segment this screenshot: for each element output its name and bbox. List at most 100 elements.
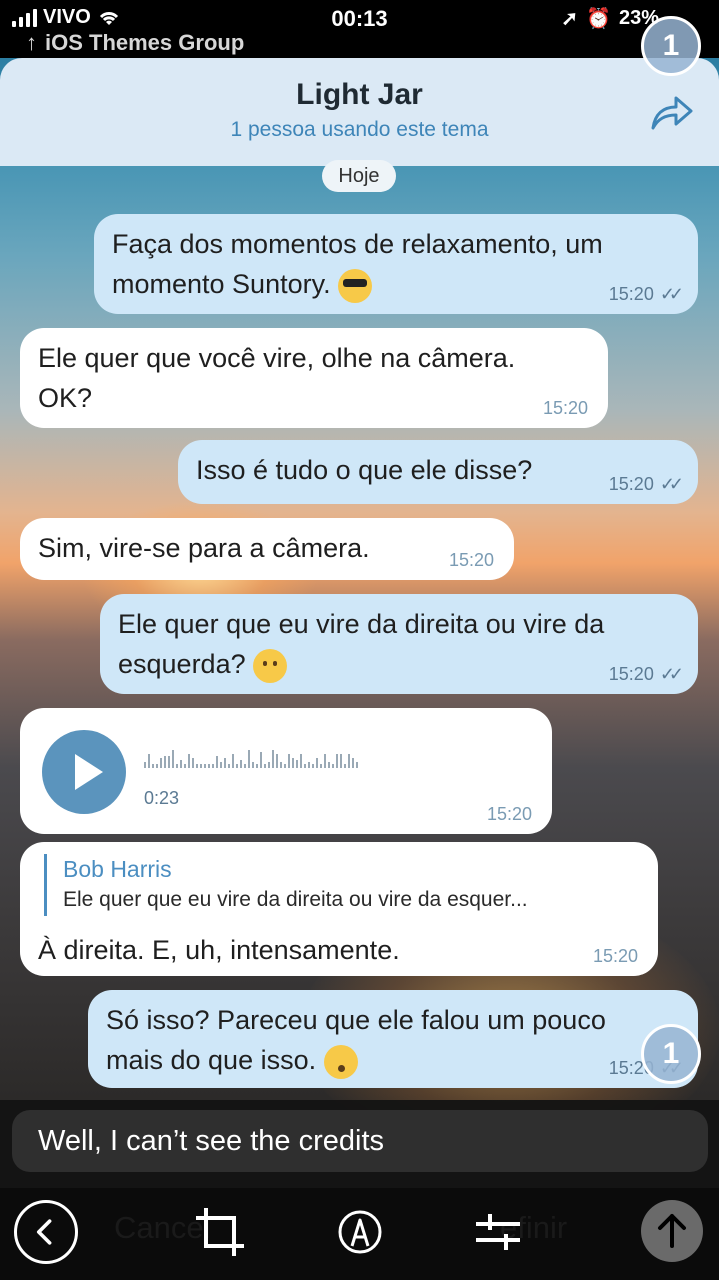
send-arrow-icon: [658, 1214, 686, 1248]
waveform-bar: [216, 756, 218, 768]
message-bubble-outgoing[interactable]: Ele quer que eu vire da direita ou vire …: [100, 594, 698, 694]
message-text: Faça dos momentos de relaxamento, um mom…: [94, 214, 698, 304]
waveform-bar: [316, 758, 318, 768]
message-time: 15:20: [486, 804, 532, 824]
unread-count-badge[interactable]: 1: [641, 16, 701, 76]
waveform-bar: [348, 754, 350, 768]
message-meta: 15:20: [487, 804, 532, 824]
unread-count-badge[interactable]: 1: [641, 1024, 701, 1084]
message-meta: 15:20: [543, 398, 588, 418]
caption-input[interactable]: Well, I can’t see the credits: [12, 1110, 708, 1172]
waveform-bar: [308, 762, 310, 768]
editor-toolbar: Cancel efinir: [0, 1188, 719, 1280]
status-bar: VIVO ↑ iOS Themes Group 00:13 ➚ ⏰ 23%: [0, 0, 719, 58]
waveform-bar: [304, 764, 306, 768]
message-text: À direita. E, uh, intensamente.: [38, 930, 400, 970]
waveform-bar: [300, 754, 302, 768]
message-line: Faça dos momentos de relaxamento, um: [112, 229, 603, 259]
waveform-bar: [296, 760, 298, 768]
message-bubble-incoming[interactable]: Ele quer que você vire, olhe na câmera. …: [20, 328, 608, 428]
thinking-emoji-icon: [253, 648, 288, 683]
read-checks-icon: ✓✓: [659, 664, 684, 684]
message-bubble-incoming[interactable]: Bob Harris Ele quer que eu vire da direi…: [20, 842, 658, 976]
waveform-bar: [352, 758, 354, 768]
waveform-bar: [164, 756, 166, 768]
hushed-emoji-icon: [323, 1044, 358, 1079]
message-meta: 15:20: [593, 946, 638, 966]
waveform-bar: [320, 764, 322, 768]
waveform-bar: [212, 764, 214, 768]
message-time: 15:20: [608, 664, 654, 684]
reply-quote[interactable]: Bob Harris Ele quer que eu vire da direi…: [44, 854, 528, 916]
waveform-bar: [268, 762, 270, 768]
waveform-bar: [260, 752, 262, 768]
message-bubble-outgoing[interactable]: Faça dos momentos de relaxamento, um mom…: [94, 214, 698, 314]
message-line: Ele quer que você vire, olhe na câmera.: [38, 343, 516, 373]
message-time: 15:20: [448, 550, 494, 570]
message-line: À direita. E, uh, intensamente.: [38, 935, 400, 965]
message-line: momento Suntory.: [112, 269, 331, 299]
waveform-bar: [356, 762, 358, 768]
voice-message-bubble[interactable]: 0:23 15:20: [20, 708, 552, 834]
waveform-bar: [156, 764, 158, 768]
waveform-bar: [328, 762, 330, 768]
voice-duration: 0:23: [144, 788, 180, 808]
waveform-bar: [224, 758, 226, 768]
message-time: 15:20: [542, 398, 588, 418]
markup-pen-icon[interactable]: [328, 1200, 392, 1264]
waveform-bar: [252, 762, 254, 768]
waveform-bar: [208, 764, 210, 768]
waveform-bar: [312, 764, 314, 768]
waveform-bar: [176, 764, 178, 768]
caption-area: Well, I can’t see the credits: [0, 1100, 719, 1188]
waveform-bar: [228, 764, 230, 768]
message-meta: 15:20 ✓✓: [609, 284, 684, 304]
waveform-bar: [160, 758, 162, 768]
back-app-label: iOS Themes Group: [45, 30, 245, 55]
back-to-app[interactable]: ↑ iOS Themes Group: [26, 30, 244, 56]
location-icon: ➚: [561, 8, 579, 30]
alarm-icon: ⏰: [586, 8, 611, 30]
read-checks-icon: ✓✓: [659, 284, 684, 304]
waveform-bar: [168, 756, 170, 768]
waveform-bar: [184, 764, 186, 768]
theme-usage: 1 pessoa usando este tema: [230, 118, 489, 141]
waveform-bar: [280, 762, 282, 768]
waveform-bar: [172, 750, 174, 768]
voice-waveform[interactable]: [144, 744, 358, 768]
waveform-bar: [264, 764, 266, 768]
message-meta: 15:20: [449, 550, 494, 570]
share-arrow-icon[interactable]: [649, 92, 695, 132]
waveform-bar: [332, 764, 334, 768]
waveform-bar: [152, 764, 154, 768]
reply-author: Bob Harris: [63, 856, 172, 882]
waveform-bar: [292, 758, 294, 768]
send-button[interactable]: [641, 1200, 703, 1262]
up-arrow-icon: ↑: [26, 30, 37, 55]
waveform-bar: [204, 764, 206, 768]
message-bubble-incoming[interactable]: Sim, vire-se para a câmera. 15:20: [20, 518, 514, 580]
message-bubble-outgoing[interactable]: Só isso? Pareceu que ele falou um pouco …: [88, 990, 698, 1088]
waveform-bar: [248, 750, 250, 768]
back-chevron-icon[interactable]: [14, 1200, 78, 1264]
message-line: esquerda?: [118, 649, 246, 679]
waveform-bar: [220, 762, 222, 768]
message-bubble-outgoing[interactable]: Isso é tudo o que ele disse? 15:20 ✓✓: [178, 440, 698, 504]
message-line: Sim, vire-se para a câmera.: [38, 533, 370, 563]
waveform-bar: [288, 754, 290, 768]
waveform-bar: [284, 764, 286, 768]
crop-icon[interactable]: [188, 1200, 252, 1264]
waveform-bar: [180, 760, 182, 768]
waveform-bar: [144, 762, 146, 768]
adjust-sliders-icon[interactable]: [466, 1200, 530, 1264]
theme-header: Light Jar 1 pessoa usando este tema: [0, 58, 719, 166]
read-checks-icon: ✓✓: [659, 474, 684, 494]
reply-snippet: Ele quer que eu vire da direita ou vire …: [63, 888, 528, 911]
waveform-bar: [256, 764, 258, 768]
message-line: Só isso? Pareceu que ele falou um pouco: [106, 1005, 606, 1035]
play-icon[interactable]: [42, 730, 126, 814]
waveform-bar: [148, 754, 150, 768]
waveform-bar: [276, 754, 278, 768]
waveform-bar: [192, 758, 194, 768]
waveform-bar: [188, 754, 190, 768]
